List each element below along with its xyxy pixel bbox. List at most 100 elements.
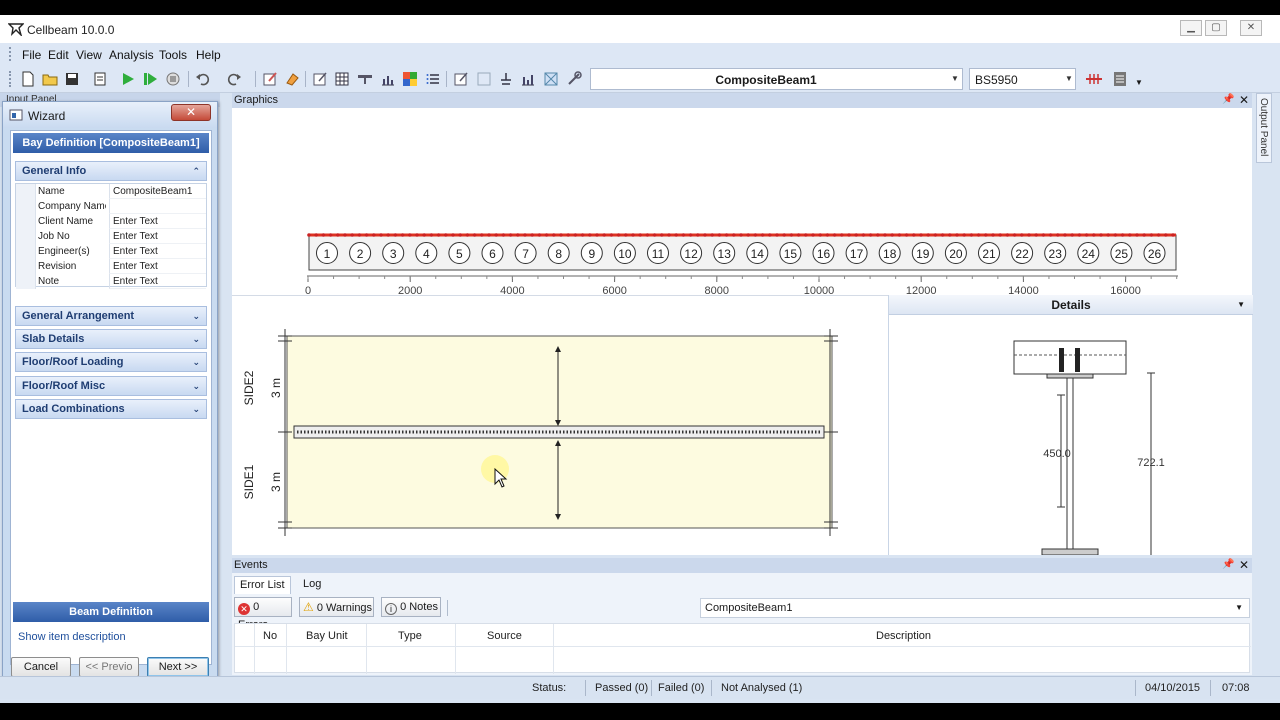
menu-bar: File Edit View Analysis Tools Help <box>0 43 1280 65</box>
support-icon[interactable] <box>498 71 514 87</box>
color-palette-icon[interactable] <box>402 71 418 87</box>
section-slab-details[interactable]: Slab Details ⌄ <box>15 329 207 349</box>
settings-tools-icon[interactable] <box>566 71 582 87</box>
errors-filter-button[interactable]: ✕ 0 Errors <box>234 597 292 631</box>
section-floor-roof-misc[interactable]: Floor/Roof Misc ⌄ <box>15 376 207 396</box>
shear-stud <box>609 233 614 237</box>
connection-icon[interactable] <box>543 71 559 87</box>
shear-stud <box>1171 233 1175 237</box>
edit-bay-icon[interactable] <box>312 71 328 87</box>
events-separator <box>447 600 448 616</box>
details-panel: Details ▼ 450.0 722.1 <box>888 295 1253 555</box>
chevron-down-icon: ⌄ <box>192 311 200 321</box>
menu-grip <box>9 47 12 61</box>
column-header-description[interactable]: Description <box>876 630 931 642</box>
run-icon[interactable] <box>120 71 136 87</box>
column-header-source[interactable]: Source <box>487 630 522 642</box>
shear-connectors <box>307 233 1175 237</box>
tab-log[interactable]: Log <box>298 576 326 594</box>
section-general-info[interactable]: General Info ⌃ <box>15 161 207 181</box>
save-icon[interactable] <box>64 71 80 87</box>
shear-stud <box>688 233 693 237</box>
show-item-description-link[interactable]: Show item description <box>18 631 126 643</box>
wizard-close-button[interactable]: ✕ <box>171 104 211 121</box>
shear-stud <box>681 233 686 237</box>
shear-stud <box>796 233 801 237</box>
web-opening-label: 3 <box>390 247 397 261</box>
name-field[interactable]: CompositeBeam1 <box>109 184 206 199</box>
stop-icon[interactable] <box>165 71 181 87</box>
shear-stud <box>739 233 743 237</box>
list-icon[interactable] <box>425 71 441 87</box>
run-all-icon[interactable] <box>142 71 158 87</box>
load-chart-icon[interactable] <box>520 71 536 87</box>
dimensions-icon[interactable] <box>476 71 492 87</box>
menu-edit[interactable]: Edit <box>48 48 69 62</box>
dimension-ticks: 0 2000 4000 6000 8000 10000 12000 14000 16000 <box>305 276 1178 295</box>
maximize-button[interactable]: ▢ <box>1205 20 1227 36</box>
column-header-no[interactable]: No <box>263 630 277 642</box>
new-file-icon[interactable] <box>20 71 36 87</box>
close-window-button[interactable]: ✕ <box>1240 20 1262 36</box>
chevron-down-icon: ▼ <box>1237 300 1245 309</box>
column-header-bay-unit[interactable]: Bay Unit <box>306 630 348 642</box>
edit-icon[interactable] <box>262 71 278 87</box>
graphics-caption: Graphics 📌 ✕ <box>232 93 1252 108</box>
details-header[interactable]: Details ▼ <box>889 295 1253 315</box>
close-events-icon[interactable]: ✕ <box>1239 558 1249 572</box>
shear-stud <box>760 233 765 237</box>
web-opening-label: 19 <box>916 247 930 261</box>
print-preview-icon[interactable] <box>92 71 108 87</box>
section-label: Floor/Roof Loading <box>22 356 124 368</box>
beam-weight-icon[interactable] <box>1085 71 1103 87</box>
beam-icon[interactable] <box>357 71 373 87</box>
note-field[interactable]: Enter Text <box>109 274 206 289</box>
company-name-field[interactable] <box>109 199 206 214</box>
shear-stud <box>991 233 995 237</box>
menu-tools[interactable]: Tools <box>159 48 187 62</box>
dimension-tick-label: 8000 <box>705 285 729 295</box>
revision-field[interactable]: Enter Text <box>109 259 206 274</box>
shear-stud <box>732 233 736 237</box>
menu-help[interactable]: Help <box>196 48 221 62</box>
total-depth-label: 722.1 <box>1137 457 1165 469</box>
notes-filter-button[interactable]: i 0 Notes <box>381 597 441 617</box>
menu-analysis[interactable]: Analysis <box>109 48 154 62</box>
warnings-filter-button[interactable]: ⚠ 0 Warnings <box>299 597 374 617</box>
next-button[interactable]: Next >> <box>147 657 209 677</box>
undo-icon[interactable] <box>195 71 211 87</box>
toolbar-overflow-icon[interactable]: ▼ <box>1135 78 1143 87</box>
report-icon[interactable] <box>1113 71 1127 87</box>
chart-icon[interactable] <box>380 71 396 87</box>
previous-button[interactable]: << Previo <box>79 657 139 677</box>
tab-error-list[interactable]: Error List <box>234 576 291 594</box>
close-graphics-icon[interactable]: ✕ <box>1239 93 1249 107</box>
edit-load-icon[interactable] <box>453 71 469 87</box>
minimize-button[interactable]: ▁ <box>1180 20 1202 36</box>
section-load-combinations[interactable]: Load Combinations ⌄ <box>15 399 207 419</box>
open-folder-icon[interactable] <box>42 71 58 87</box>
engineers-field[interactable]: Enter Text <box>109 244 206 259</box>
eraser-icon[interactable] <box>284 71 300 87</box>
menu-view[interactable]: View <box>76 48 102 62</box>
column-header-type[interactable]: Type <box>398 630 422 642</box>
beam-definition-header[interactable]: Beam Definition <box>13 602 209 622</box>
design-code-dropdown[interactable]: BS5950 ▼ <box>969 68 1076 90</box>
chevron-down-icon: ▼ <box>1065 74 1073 83</box>
client-name-field[interactable]: Enter Text <box>109 214 206 229</box>
section-general-arrangement[interactable]: General Arrangement ⌄ <box>15 306 207 326</box>
output-panel-tab[interactable]: Output Panel <box>1256 93 1272 163</box>
stud-right <box>1075 348 1080 372</box>
toolbar-separator <box>446 71 447 87</box>
grid-icon[interactable] <box>334 71 350 87</box>
redo-icon[interactable] <box>226 71 242 87</box>
pin-icon[interactable]: 📌 <box>1222 559 1234 570</box>
section-floor-roof-loading[interactable]: Floor/Roof Loading ⌄ <box>15 352 207 372</box>
web-opening-label: 11 <box>652 247 665 261</box>
beam-selector-dropdown[interactable]: CompositeBeam1 ▼ <box>590 68 963 90</box>
cancel-button[interactable]: Cancel <box>11 657 71 677</box>
pin-icon[interactable]: 📌 <box>1222 94 1234 105</box>
menu-file[interactable]: File <box>22 48 41 62</box>
job-no-field[interactable]: Enter Text <box>109 229 206 244</box>
events-beam-dropdown[interactable]: CompositeBeam1 ▼ <box>700 598 1250 618</box>
